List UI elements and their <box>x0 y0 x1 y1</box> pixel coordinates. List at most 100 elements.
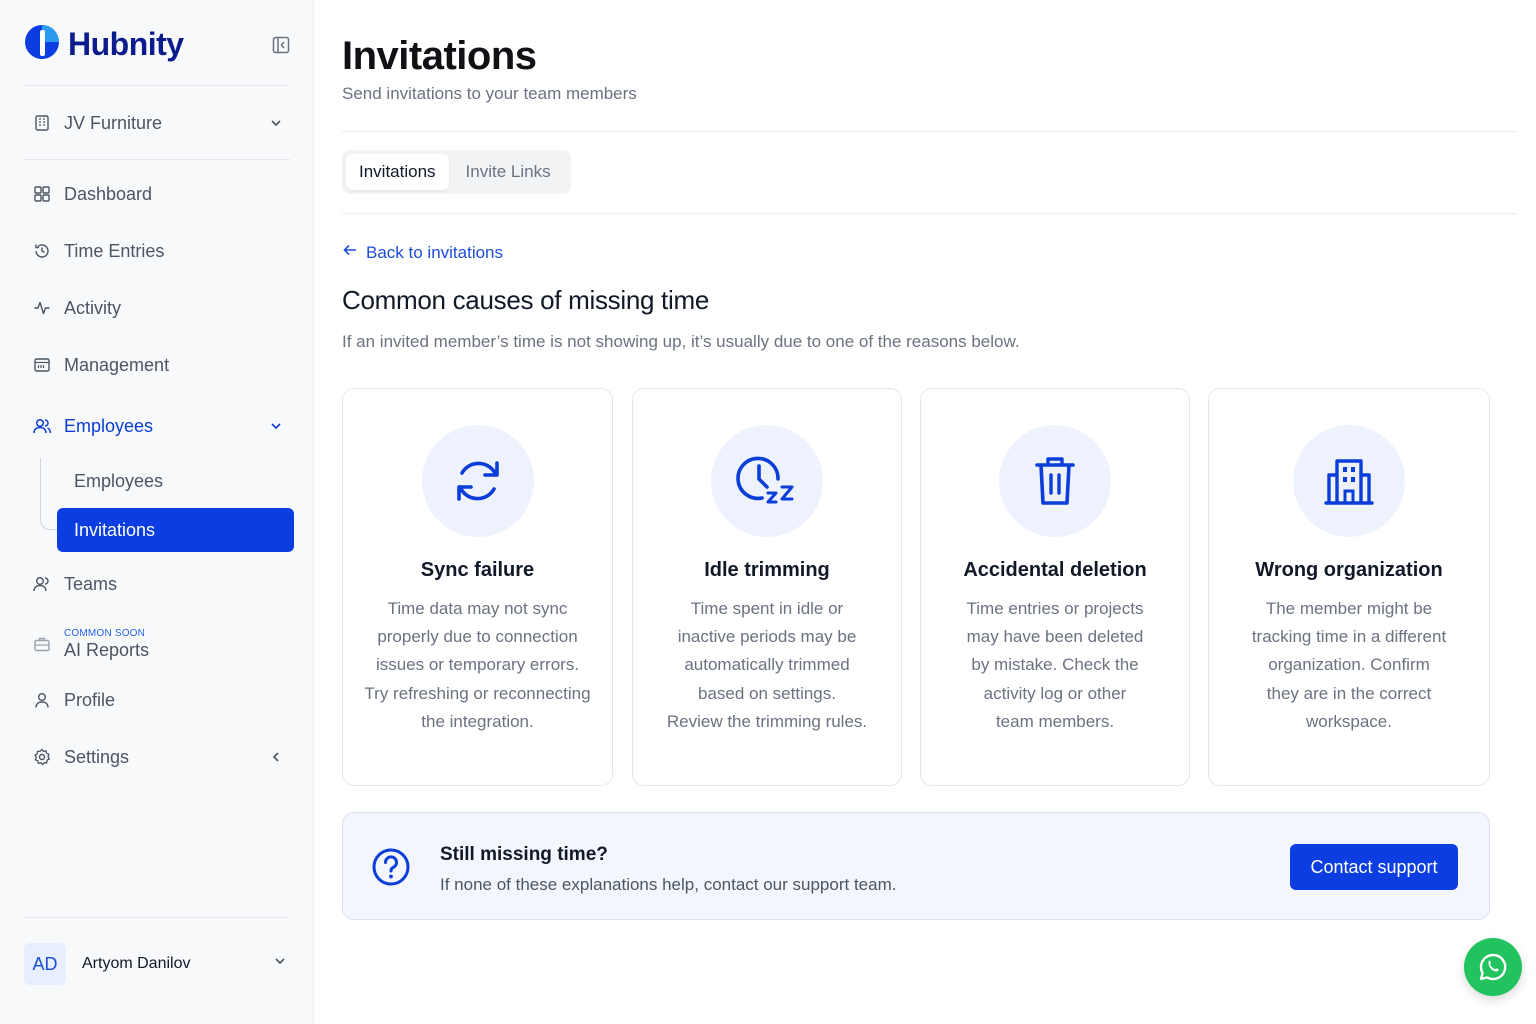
sidebar-subitem-label: Employees <box>74 470 164 491</box>
card-text-line: Review the trimming rules. <box>666 711 868 731</box>
card-text-line: activity log or other <box>983 683 1127 703</box>
card-text-line: team members. <box>995 711 1115 731</box>
clock-sleep-icon <box>736 456 794 504</box>
header-divider <box>342 131 1516 132</box>
sidebar-item-label: Time Entries <box>64 240 165 261</box>
sidebar-item-employees[interactable]: Employees <box>24 406 294 446</box>
arrow-left-icon <box>342 242 358 263</box>
calendar-icon <box>32 355 52 375</box>
card-text-line: tracking time in a different <box>1251 627 1447 647</box>
cause-card-wrong-organization: Wrong organization The member might be t… <box>1208 388 1490 786</box>
section-description: If an invited member’s time is not showi… <box>342 332 1020 351</box>
chevron-down-icon <box>266 416 286 436</box>
panel-collapse-icon <box>272 36 290 54</box>
sidebar-subitem-invitations[interactable]: Invitations <box>57 508 294 552</box>
workspace-label: JV Furniture <box>64 112 163 133</box>
sidebar-item-label: AI Reports <box>64 639 150 660</box>
contact-support-button[interactable]: Contact support <box>1290 844 1458 890</box>
cause-card-accidental-deletion: Accidental deletion Time entries or proj… <box>920 388 1190 786</box>
coming-soon-badge: COMMON SOON <box>64 627 146 639</box>
card-text-line: Try refreshing or reconnecting <box>364 683 591 703</box>
briefcase-icon <box>32 634 52 654</box>
sidebar-item-label: Management <box>64 354 170 375</box>
sidebar-item-ai-reports[interactable]: COMMON SOON AI Reports <box>24 622 294 666</box>
sidebar-item-teams[interactable]: Teams <box>24 564 294 604</box>
card-icon-circle <box>421 425 534 537</box>
section-title: Common causes of missing time <box>342 285 709 315</box>
tabs-divider <box>342 213 1516 214</box>
brand-name: Hubnity <box>68 26 184 62</box>
building-icon <box>1324 459 1374 505</box>
grid-icon <box>32 184 52 204</box>
back-link-label: Back to invitations <box>366 242 504 262</box>
tab-invite-links[interactable]: Invite Links <box>453 154 564 190</box>
sidebar-item-settings[interactable]: Settings <box>24 737 294 777</box>
sidebar-item-time-entries[interactable]: Time Entries <box>24 231 294 271</box>
user-menu[interactable]: AD Artyom Danilov <box>24 942 294 986</box>
building-icon <box>32 113 52 133</box>
sidebar-subitem-label: Invitations <box>74 519 156 540</box>
card-text-line: properly due to connection <box>377 627 578 647</box>
card-icon-circle <box>999 425 1111 537</box>
card-icon-circle <box>1293 425 1405 537</box>
sidebar-divider <box>24 917 290 918</box>
card-text: Time entries or projects may have been d… <box>933 595 1177 736</box>
team-icon <box>32 574 52 594</box>
card-text-line: Time entries or projects <box>966 599 1144 618</box>
sidebar-item-dashboard[interactable]: Dashboard <box>24 174 294 214</box>
main-content: Invitations Send invitations to your tea… <box>342 0 1516 1024</box>
support-title: Still missing time? <box>440 844 608 865</box>
whatsapp-icon <box>1479 953 1507 981</box>
sidebar-divider <box>24 159 290 160</box>
sidebar-item-label: Settings <box>64 746 130 767</box>
card-text-line: organization. Confirm <box>1268 655 1430 675</box>
hubnity-logo-icon <box>24 24 60 65</box>
tab-bar: Invitations Invite Links <box>342 150 571 194</box>
user-icon <box>32 690 52 710</box>
chevron-down-icon <box>274 954 286 972</box>
sidebar-item-management[interactable]: Management <box>24 345 294 385</box>
sidebar-item-label: Dashboard <box>64 183 153 204</box>
trash-icon <box>1035 457 1075 505</box>
card-icon-circle <box>711 425 823 537</box>
card-text: Time spent in idle or inactive periods m… <box>645 595 889 736</box>
card-text: The member might be tracking time in a d… <box>1221 595 1477 736</box>
history-icon <box>32 241 52 261</box>
card-text: Time data may not sync properly due to c… <box>355 595 600 736</box>
card-text-line: issues or temporary errors. <box>375 655 580 675</box>
sidebar-item-activity[interactable]: Activity <box>24 288 294 328</box>
brand[interactable]: Hubnity <box>24 24 184 65</box>
card-title: Idle trimming <box>704 559 830 581</box>
card-text-line: The member might be <box>1265 599 1433 618</box>
tab-invitations[interactable]: Invitations <box>346 154 449 190</box>
card-title: Wrong organization <box>1255 559 1443 581</box>
sidebar-item-label: Activity <box>64 297 122 318</box>
sidebar-item-label: Profile <box>64 689 116 710</box>
sidebar-subitem-employees[interactable]: Employees <box>57 459 294 503</box>
support-text: If none of these explanations help, cont… <box>440 875 897 894</box>
back-to-invitations-link[interactable]: Back to invitations <box>342 242 503 263</box>
sync-icon <box>456 461 499 501</box>
sidebar-divider <box>24 85 290 86</box>
card-text-line: by mistake. Check the <box>971 655 1139 675</box>
card-title: Accidental deletion <box>963 559 1147 581</box>
user-name: Artyom Danilov <box>82 955 191 972</box>
cause-card-idle-trimming: Idle trimming Time spent in idle or inac… <box>632 388 902 786</box>
card-text-line: automatically trimmed <box>684 655 850 675</box>
card-text-line: the integration. <box>421 711 534 731</box>
card-text-line: may have been deleted <box>966 627 1144 647</box>
users-icon <box>32 416 52 436</box>
chevron-left-icon <box>266 747 286 767</box>
sidebar-item-label: Employees <box>64 415 154 436</box>
cause-card-sync-failure: Sync failure Time data may not sync prop… <box>342 388 613 786</box>
card-title: Sync failure <box>420 559 535 581</box>
card-text-line: Time spent in idle or <box>690 599 844 618</box>
sidebar-item-profile[interactable]: Profile <box>24 680 294 720</box>
whatsapp-chat-button[interactable] <box>1464 938 1522 996</box>
sidebar-collapse-button[interactable] <box>270 34 292 56</box>
page-subtitle: Send invitations to your team members <box>342 84 637 103</box>
chevron-down-icon <box>266 113 286 133</box>
sidebar: Hubnity JV Furniture Dashboard Time Entr… <box>0 0 314 1024</box>
card-text-line: they are in the correct <box>1266 683 1432 703</box>
workspace-selector[interactable]: JV Furniture <box>24 103 294 143</box>
